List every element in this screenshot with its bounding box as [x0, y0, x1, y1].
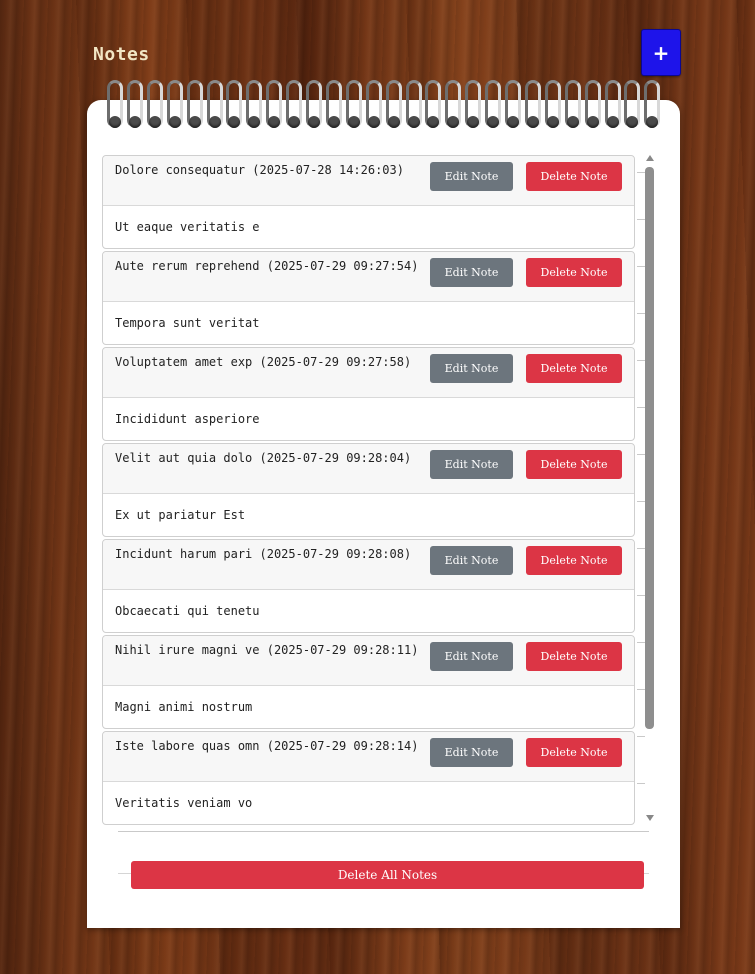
- delete-note-button[interactable]: Delete Note: [526, 258, 622, 287]
- delete-note-button[interactable]: Delete Note: [526, 642, 622, 671]
- note-header: Incidunt harum pari (2025-07-29 09:28:08…: [103, 540, 634, 590]
- note-card: Velit aut quia dolo (2025-07-29 09:28:04…: [102, 443, 635, 537]
- notes-list[interactable]: Dolore consequatur (2025-07-28 14:26:03)…: [102, 155, 635, 825]
- edit-note-button[interactable]: Edit Note: [430, 450, 513, 479]
- note-header: Iste labore quas omn (2025-07-29 09:28:1…: [103, 732, 634, 782]
- edit-note-button[interactable]: Edit Note: [430, 738, 513, 767]
- edit-note-button[interactable]: Edit Note: [430, 354, 513, 383]
- note-body: Ut eaque veritatis e: [115, 220, 260, 234]
- divider: [118, 831, 649, 832]
- delete-all-notes-button[interactable]: Delete All Notes: [131, 861, 644, 889]
- note-card: Iste labore quas omn (2025-07-29 09:28:1…: [102, 731, 635, 825]
- note-header: Aute rerum reprehend (2025-07-29 09:27:5…: [103, 252, 634, 302]
- note-body: Incididunt asperiore: [115, 412, 260, 426]
- note-title: Nihil irure magni ve (2025-07-29 09:28:1…: [115, 643, 419, 657]
- note-title: Velit aut quia dolo (2025-07-29 09:28:04…: [115, 451, 412, 465]
- scroll-down-arrow-icon[interactable]: [646, 815, 654, 821]
- delete-note-button[interactable]: Delete Note: [526, 450, 622, 479]
- note-header: Velit aut quia dolo (2025-07-29 09:28:04…: [103, 444, 634, 494]
- delete-note-button[interactable]: Delete Note: [526, 546, 622, 575]
- note-header: Nihil irure magni ve (2025-07-29 09:28:1…: [103, 636, 634, 686]
- note-body: Ex ut pariatur Est: [115, 508, 246, 522]
- notes-list-container: Dolore consequatur (2025-07-28 14:26:03)…: [102, 155, 657, 825]
- edit-note-button[interactable]: Edit Note: [430, 546, 513, 575]
- add-note-button[interactable]: +: [641, 29, 681, 76]
- note-title: Incidunt harum pari (2025-07-29 09:28:08…: [115, 547, 412, 561]
- note-card: Voluptatem amet exp (2025-07-29 09:27:58…: [102, 347, 635, 441]
- note-card: Nihil irure magni ve (2025-07-29 09:28:1…: [102, 635, 635, 729]
- page-title: Notes: [93, 44, 150, 65]
- edit-note-button[interactable]: Edit Note: [430, 642, 513, 671]
- note-card: Incidunt harum pari (2025-07-29 09:28:08…: [102, 539, 635, 633]
- note-body: Obcaecati qui tenetu: [115, 604, 260, 618]
- delete-note-button[interactable]: Delete Note: [526, 354, 622, 383]
- note-card: Dolore consequatur (2025-07-28 14:26:03)…: [102, 155, 635, 249]
- note-header: Voluptatem amet exp (2025-07-29 09:27:58…: [103, 348, 634, 398]
- note-title: Voluptatem amet exp (2025-07-29 09:27:58…: [115, 355, 412, 369]
- scrollbar[interactable]: [643, 155, 657, 825]
- note-body: Veritatis veniam vo: [115, 796, 253, 810]
- edit-note-button[interactable]: Edit Note: [430, 162, 513, 191]
- note-body: Tempora sunt veritat: [115, 316, 260, 330]
- note-body: Magni animi nostrum: [115, 700, 253, 714]
- scroll-up-arrow-icon[interactable]: [646, 155, 654, 161]
- note-title: Dolore consequatur (2025-07-28 14:26:03): [115, 163, 404, 177]
- note-card: Aute rerum reprehend (2025-07-29 09:27:5…: [102, 251, 635, 345]
- edit-note-button[interactable]: Edit Note: [430, 258, 513, 287]
- scrollbar-thumb[interactable]: [645, 167, 654, 729]
- note-title: Aute rerum reprehend (2025-07-29 09:27:5…: [115, 259, 419, 273]
- note-title: Iste labore quas omn (2025-07-29 09:28:1…: [115, 739, 419, 753]
- delete-note-button[interactable]: Delete Note: [526, 162, 622, 191]
- delete-note-button[interactable]: Delete Note: [526, 738, 622, 767]
- note-header: Dolore consequatur (2025-07-28 14:26:03)…: [103, 156, 634, 206]
